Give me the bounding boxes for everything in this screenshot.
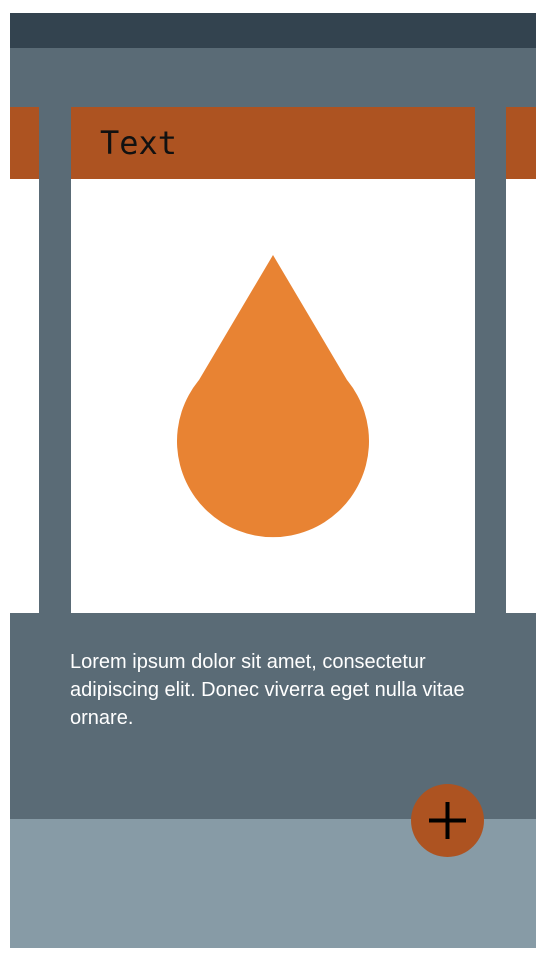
- card-header: [10, 107, 39, 179]
- card-header: Text: [71, 107, 475, 179]
- plus-icon: [429, 802, 466, 839]
- app-screen: Text Lorem ipsum dolor sit amet, consect…: [10, 13, 536, 948]
- status-bar: [10, 13, 536, 48]
- card-description: Lorem ipsum dolor sit amet, consectetur …: [70, 651, 465, 729]
- carousel-card-next[interactable]: [506, 107, 536, 613]
- water-drop-icon: [177, 255, 369, 538]
- carousel-card-current[interactable]: Text: [71, 107, 475, 613]
- card-header: [506, 107, 536, 179]
- card-title: Text: [100, 124, 178, 162]
- carousel-card-previous[interactable]: [10, 107, 39, 613]
- add-button[interactable]: [411, 784, 484, 857]
